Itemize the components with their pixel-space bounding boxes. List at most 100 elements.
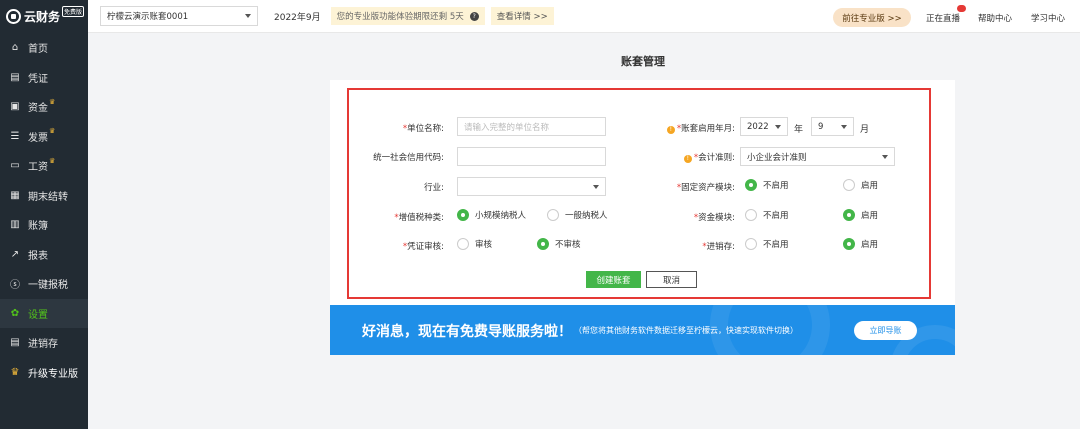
trial-text: 您的专业版功能体验期限还剩 5天 [336,12,464,22]
unit-name-input[interactable]: 请输入完整的单位名称 [457,117,606,136]
live-badge-icon [957,5,966,12]
sidebar-item-6[interactable]: ▥ 账簿 [0,210,88,240]
cancel-button[interactable]: 取消 [646,271,697,288]
banner-subtext: （帮您将其他财务软件数据迁移至柠檬云，快速实现软件切换） [574,326,798,335]
sidebar-item-label: 账簿 [28,221,48,233]
logo-icon [6,9,21,24]
sidebar-item-10[interactable]: ▤ 进销存 [0,328,88,358]
sidebar-item-label: 工资 [28,162,48,174]
start-month-select[interactable]: 9 [811,117,854,136]
sidebar-item-label: 发票 [28,132,48,144]
chevron-down-icon [882,154,888,159]
unit-name-label: *单位名称: [402,124,444,134]
vat-type-label: *增值税种类: [394,213,444,223]
banner-headline: 好消息，现在有免费导账服务啦！ [362,324,572,340]
top-bar: 柠檬云演示账套0001 2022年9月 您的专业版功能体验期限还剩 5天 ? 查… [88,0,1080,33]
credit-code-label: 统一社会信用代码: [373,153,444,163]
inventory-on-radio[interactable]: 启用 [843,238,878,250]
sidebar-item-9[interactable]: ✿ 设置 [0,298,88,328]
voucher-review-radio[interactable]: 审核 [457,238,492,250]
report-icon: ↗ [10,248,20,260]
fund-on-radio[interactable]: 启用 [843,209,878,221]
sidebar-item-11[interactable]: ♛ 升级专业版 [0,358,88,388]
main-content: 账套管理 *单位名称: 请输入完整的单位名称 统一社会信用代码: 行业: *增值… [88,33,1080,429]
sidebar-item-3[interactable]: ☰ 发票 ♛ [0,122,88,152]
go-pro-button[interactable]: 前往专业版 >> [833,8,911,27]
account-name: 柠檬云演示账套0001 [107,12,189,22]
closing-icon: ▦ [10,189,20,201]
sidebar-item-8[interactable]: ⓢ 一键报税 [0,269,88,299]
inventory-off-radio[interactable]: 不启用 [745,238,789,250]
live-link[interactable]: 正在直播 [926,12,960,24]
voucher-icon: ▤ [10,71,20,83]
sidebar-item-label: 资金 [28,103,48,115]
sidebar-item-2[interactable]: ▣ 资金 ♛ [0,92,88,122]
import-now-button[interactable]: 立即导账 [854,321,917,340]
fund-off-radio[interactable]: 不启用 [745,209,789,221]
view-details-link[interactable]: 查看详情 >> [490,7,554,25]
fixed-asset-on-radio[interactable]: 启用 [843,179,878,191]
voucher-review-label: *凭证审核: [402,242,444,252]
warning-icon: ! [666,126,675,134]
sidebar-item-label: 升级专业版 [28,368,78,380]
fund-module-label: *资金模块: [693,213,735,223]
sidebar-item-label: 首页 [28,44,48,56]
chevron-down-icon [841,124,847,129]
help-center-link[interactable]: 帮助中心 [978,12,1012,24]
accounting-standard-select[interactable]: 小企业会计准则 [740,147,895,166]
sidebar: 云财务 免费版 ⌂ 首页 ▤ 凭证 ▣ 资金 ♛ ☰ 发票 ♛ ▭ 工资 ♛ ▦ 期末结转 ▥ 账簿 ↗ 报表 ⓢ 一键… [0,0,88,429]
home-icon: ⌂ [11,42,19,54]
sidebar-item-label: 凭证 [28,73,48,85]
crown-icon: ♛ [10,366,20,378]
gear-icon: ✿ [10,307,20,319]
chevron-down-icon [593,184,599,189]
industry-select[interactable] [457,177,606,196]
sidebar-item-4[interactable]: ▭ 工资 ♛ [0,151,88,181]
invoice-icon: ☰ [10,130,20,142]
premium-crown-icon: ♛ [49,97,56,106]
sidebar-item-label: 报表 [28,250,48,262]
sidebar-item-label: 进销存 [28,339,58,351]
promo-banner: 好消息，现在有免费导账服务啦！ （帮您将其他财务软件数据迁移至柠檬云，快速实现软… [330,305,955,355]
start-period-label: ! *账套启用年月: [615,122,735,134]
logo-text: 云财务 [24,10,61,24]
sidebar-item-7[interactable]: ↗ 报表 [0,240,88,270]
inventory-icon: ▤ [10,337,20,349]
month-unit: 月 [860,125,870,135]
sidebar-item-0[interactable]: ⌂ 首页 [0,33,88,63]
fixed-asset-label: *固定资产模块: [676,183,735,193]
year-unit: 年 [794,125,804,135]
sidebar-item-label: 设置 [28,309,48,321]
vat-small-radio[interactable]: 小规模纳税人 [457,209,526,221]
sidebar-item-label: 一键报税 [28,280,68,292]
current-period: 2022年9月 [274,12,321,23]
sidebar-item-5[interactable]: ▦ 期末结转 [0,181,88,211]
create-account-button[interactable]: 创建账套 [586,271,641,288]
salary-icon: ▭ [10,160,20,172]
chevron-down-icon [775,124,781,129]
ledger-icon: ▥ [10,219,20,231]
inventory-module-label: *进销存: [702,242,735,252]
vat-general-radio[interactable]: 一般纳税人 [547,209,608,221]
fixed-asset-off-radio[interactable]: 不启用 [745,179,789,191]
premium-crown-icon: ♛ [49,127,56,136]
chevron-down-icon [245,14,251,18]
sidebar-item-label: 期末结转 [28,191,68,203]
app-logo[interactable]: 云财务 免费版 [0,0,88,33]
tax-icon: ⓢ [10,280,20,292]
start-year-select[interactable]: 2022 [740,117,788,136]
industry-label: 行业: [424,183,444,193]
account-form-panel: *单位名称: 请输入完整的单位名称 统一社会信用代码: 行业: *增值税种类: … [330,80,955,305]
trial-notice: 您的专业版功能体验期限还剩 5天 ? [330,7,485,25]
credit-code-input[interactable] [457,147,606,166]
fund-icon: ▣ [10,101,20,113]
accounting-standard-label: ! *会计准则: [615,151,735,163]
warning-icon: ! [683,155,692,163]
help-icon[interactable]: ? [469,11,479,21]
page-title: 账套管理 [621,55,665,68]
premium-crown-icon: ♛ [49,156,56,165]
learning-center-link[interactable]: 学习中心 [1031,12,1065,24]
voucher-no-review-radio[interactable]: 不审核 [537,238,581,250]
account-selector[interactable]: 柠檬云演示账套0001 [100,6,258,26]
sidebar-item-1[interactable]: ▤ 凭证 [0,63,88,93]
